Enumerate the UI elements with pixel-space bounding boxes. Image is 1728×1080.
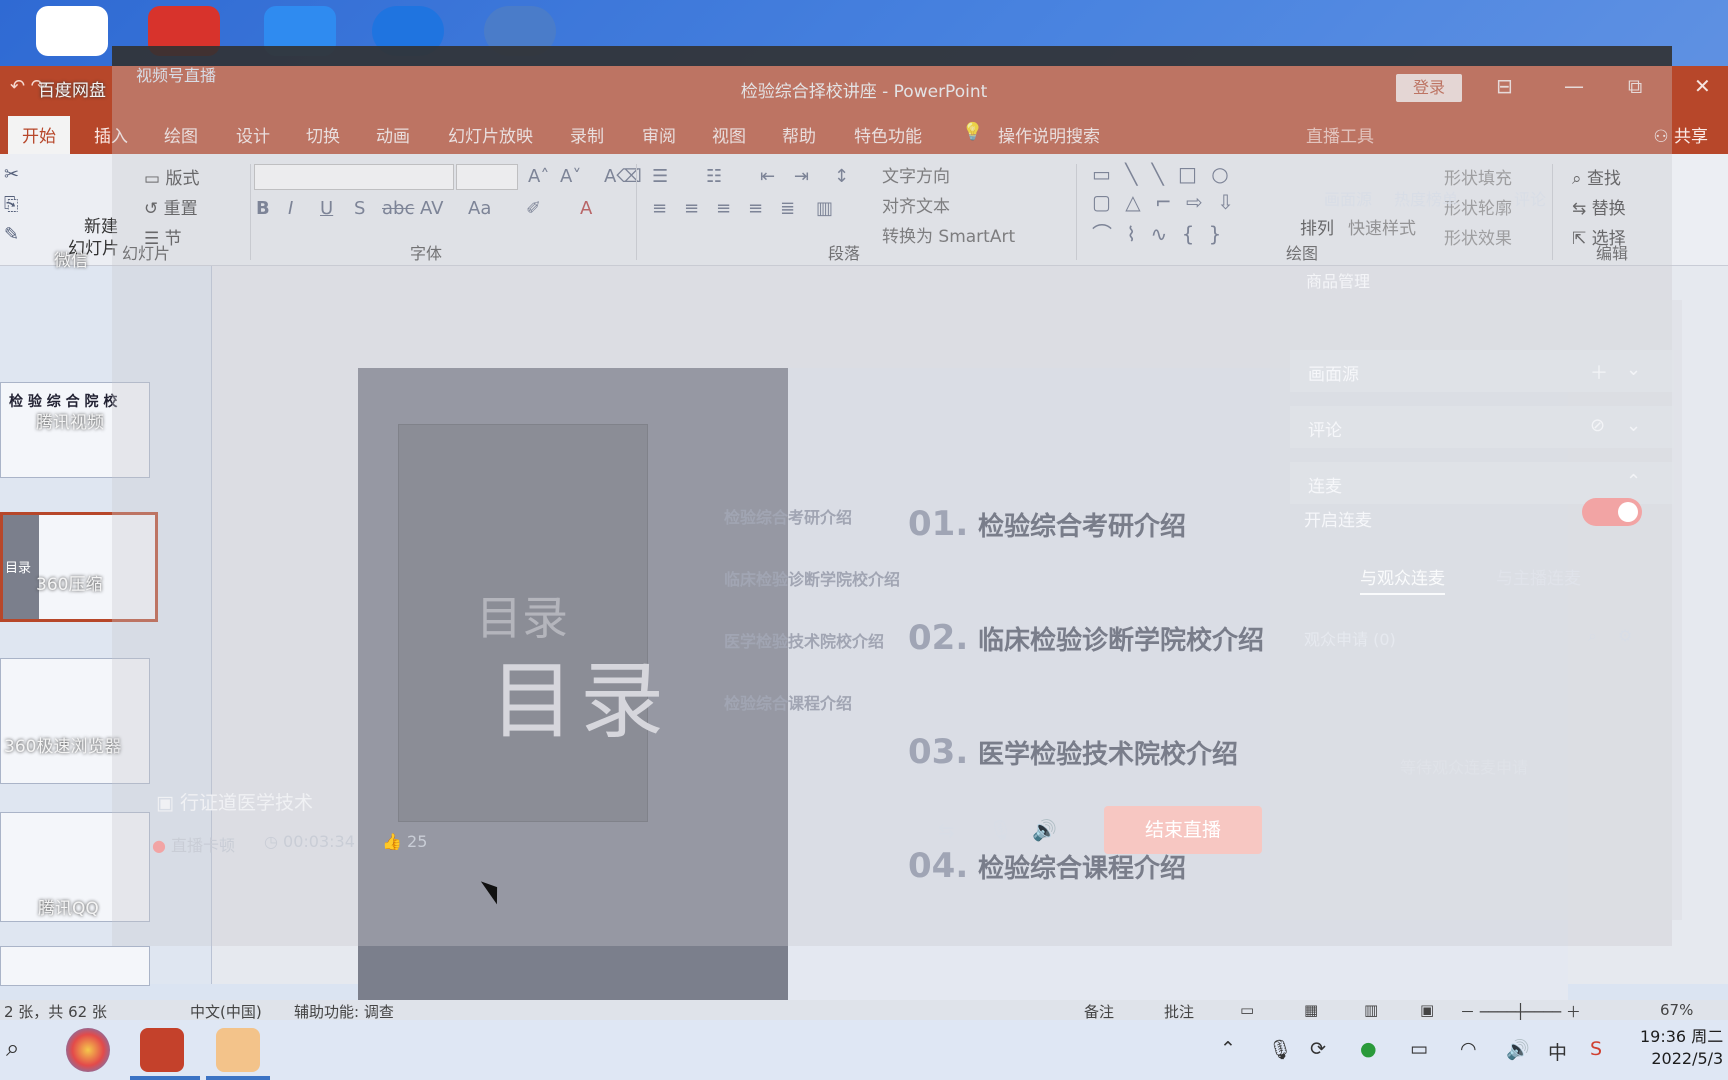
comment-hide-icon[interactable]: ⊘ bbox=[1590, 415, 1605, 436]
powerpoint-taskbar-icon[interactable] bbox=[140, 1028, 184, 1072]
volume-icon[interactable]: 🔊 bbox=[1506, 1038, 1530, 1061]
active-app-indicator bbox=[130, 1076, 200, 1080]
search-icon[interactable]: ⌕ bbox=[6, 1034, 19, 1062]
tab-home[interactable]: 开始 bbox=[8, 116, 70, 154]
desktop-label-wechat: 微信 bbox=[54, 251, 88, 271]
comments-button[interactable]: 批注 bbox=[1164, 1001, 1194, 1022]
live-app-icon[interactable] bbox=[216, 1028, 260, 1072]
plus-icon[interactable]: ＋ bbox=[1590, 359, 1608, 385]
waiting-requests: 等待观众连麦申请 bbox=[1400, 758, 1529, 777]
cut-icon[interactable]: ✂ bbox=[4, 164, 19, 185]
channel-name: ▣ 行证道医学技术 bbox=[156, 788, 313, 815]
zoom-level[interactable]: 67% bbox=[1660, 1001, 1693, 1019]
lag-status-text: 直播卡顿 bbox=[171, 836, 236, 855]
product-management[interactable]: 商品管理 bbox=[1306, 268, 1370, 292]
system-clock[interactable]: 19:36 周二 2022/5/3 bbox=[1640, 1026, 1723, 1070]
slide-thumbnail-5[interactable] bbox=[0, 946, 150, 986]
tab-host-mic[interactable]: 与主播连麦 bbox=[1496, 564, 1581, 589]
live-side-panel bbox=[1270, 300, 1682, 920]
battery-icon[interactable]: ▭ bbox=[1410, 1038, 1428, 1060]
slideshow-view-icon[interactable]: ▣ bbox=[1420, 1001, 1434, 1019]
clock-time: 19:36 周二 bbox=[1640, 1027, 1724, 1046]
taskbar: ⌕ ⌃ 🎙 ⟳ ● ▭ ◠ 🔊 中 S 19:36 周二 2022/5/3 bbox=[0, 1020, 1728, 1080]
live-stream-overlay: 视频号直播 画面源 热度榜单 评论 商品管理 画面源 ＋ ⌄ 评论 ⊘ ⌄ 连麦… bbox=[112, 46, 1682, 946]
settings-icon[interactable]: ⚙ bbox=[1618, 626, 1632, 645]
live-duration-text: 00:03:34 bbox=[283, 832, 355, 851]
normal-view-icon[interactable]: ▭ bbox=[1240, 1001, 1254, 1019]
zoom-slider[interactable]: － ────┼──── ＋ bbox=[1460, 1001, 1581, 1022]
live-row-source[interactable]: 画面源 ＋ ⌄ bbox=[1290, 350, 1674, 392]
desktop-label-360browser: 360极速浏览器 bbox=[4, 737, 122, 757]
close-button[interactable]: ✕ bbox=[1694, 74, 1711, 98]
live-icon-source[interactable]: 画面源 bbox=[1324, 186, 1372, 210]
live-row-label: 评论 bbox=[1308, 421, 1342, 441]
desktop-label-360zip: 360压缩 bbox=[36, 575, 103, 595]
live-icon-comments[interactable]: 评论 bbox=[1514, 186, 1546, 210]
browser-360-icon[interactable] bbox=[66, 1028, 110, 1072]
channel-name-text: 行证道医学技术 bbox=[180, 792, 314, 814]
format-painter-icon[interactable]: ✎ bbox=[4, 224, 19, 245]
running-app-indicator bbox=[206, 1076, 270, 1080]
wifi-icon[interactable]: ◠ bbox=[1460, 1038, 1477, 1060]
live-row-label: 画面源 bbox=[1308, 365, 1359, 385]
copy-icon[interactable]: ⎘ bbox=[4, 194, 18, 215]
camera-switch-icon[interactable]: ⇆ bbox=[938, 818, 955, 842]
live-duration: ◷ 00:03:34 bbox=[264, 832, 355, 851]
audience-requests: 观众申请 (0) bbox=[1304, 630, 1396, 649]
microphone-tray-icon[interactable]: 🎙 bbox=[1268, 1038, 1292, 1061]
baidu-netdisk-icon[interactable] bbox=[36, 6, 108, 56]
input-method-icon[interactable]: 中 bbox=[1548, 1038, 1567, 1065]
chevron-down-icon[interactable]: ⌄ bbox=[1626, 359, 1641, 380]
live-likes-count: 25 bbox=[407, 832, 428, 851]
reading-view-icon[interactable]: ▥ bbox=[1364, 1001, 1378, 1019]
end-live-button[interactable]: 结束直播 bbox=[1104, 806, 1262, 854]
chevron-up-icon[interactable]: ⌃ bbox=[1626, 471, 1641, 492]
share-label: 共享 bbox=[1674, 127, 1708, 147]
thumbs-up-icon: 👍 bbox=[382, 832, 408, 851]
lag-status: ● 直播卡顿 bbox=[152, 832, 235, 856]
desktop-label-baidu: 百度网盘 bbox=[38, 81, 106, 101]
speaker-icon[interactable]: 🔊 bbox=[1032, 818, 1057, 842]
thumbnail-label: 目录 bbox=[5, 561, 32, 576]
live-likes: 👍 25 bbox=[382, 832, 427, 851]
desktop-label-tencent-video: 腾讯视频 bbox=[36, 413, 104, 433]
status-dot-icon: ● bbox=[152, 836, 172, 855]
channel-avatar-icon: ▣ bbox=[156, 792, 180, 814]
security-tray-icon[interactable]: ● bbox=[1360, 1038, 1377, 1060]
tab-audience-mic[interactable]: 与观众连麦 bbox=[1360, 564, 1445, 595]
status-bar: 2 张，共 62 张 中文(中国) 辅助功能: 调查 备注 批注 ▭ ▦ ▥ ▣… bbox=[0, 1000, 1728, 1022]
sogou-ime-icon[interactable]: S bbox=[1590, 1038, 1602, 1060]
chevron-down-icon[interactable]: ⌄ bbox=[1626, 415, 1641, 436]
live-window-title: 视频号直播 bbox=[136, 66, 217, 85]
enable-mic-label: 开启连麦 bbox=[1304, 511, 1372, 531]
live-row-comments[interactable]: 评论 ⊘ ⌄ bbox=[1290, 406, 1674, 448]
microphone-icon[interactable]: 🎙 bbox=[988, 818, 1013, 842]
live-row-label: 连麦 bbox=[1308, 477, 1342, 497]
clock-date: 2022/5/3 bbox=[1651, 1049, 1724, 1068]
slide-position: 2 张，共 62 张 bbox=[4, 1003, 107, 1021]
accessibility-status[interactable]: 辅助功能: 调查 bbox=[294, 1001, 394, 1022]
enable-mic-toggle[interactable] bbox=[1582, 498, 1642, 526]
slide-sorter-icon[interactable]: ▦ bbox=[1304, 1001, 1318, 1019]
clock-icon: ◷ bbox=[264, 832, 284, 851]
language-status[interactable]: 中文(中国) bbox=[190, 1001, 262, 1022]
desktop-label-qq: 腾讯QQ bbox=[38, 899, 99, 919]
live-icon-hot-list[interactable]: 热度榜单 bbox=[1394, 186, 1458, 210]
notes-button[interactable]: 备注 bbox=[1084, 1001, 1114, 1022]
search-icon[interactable]: ⌕ bbox=[1588, 626, 1597, 646]
network-share-icon[interactable]: ⟳ bbox=[1310, 1038, 1326, 1060]
show-hidden-icons[interactable]: ⌃ bbox=[1220, 1038, 1236, 1060]
